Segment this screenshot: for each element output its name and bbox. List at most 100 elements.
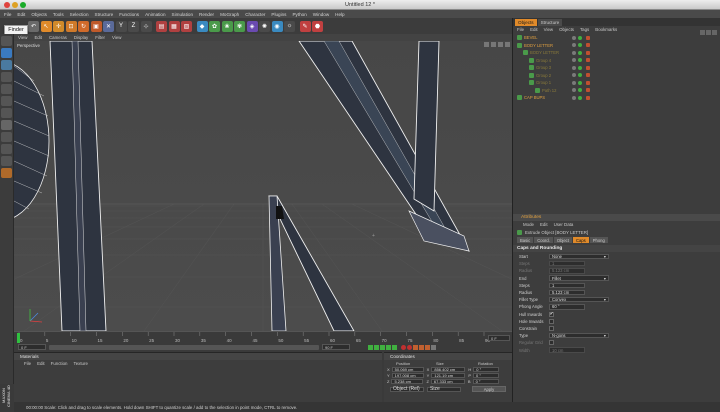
keyframe-position-icon[interactable] (413, 344, 418, 350)
search-icon[interactable] (700, 30, 705, 35)
goto-end-icon[interactable] (392, 344, 397, 350)
fillet-type-select[interactable]: Convex ▾ (549, 297, 609, 303)
menu-tools[interactable]: Tools (53, 12, 64, 17)
menu-file[interactable]: File (4, 12, 11, 17)
object-list-item[interactable]: Group 4 (513, 57, 720, 65)
workplane-icon[interactable] (1, 72, 12, 82)
rotation-field[interactable]: 0 ° (472, 378, 499, 384)
object-list-item[interactable]: BODY LETTER (513, 42, 720, 50)
objects-menu-file[interactable]: File (517, 27, 524, 32)
constrain-checkbox[interactable] (549, 325, 554, 331)
live-selection-icon[interactable]: ↖ (40, 20, 52, 32)
play-icon[interactable] (380, 344, 385, 350)
tag-icon[interactable] (586, 43, 590, 48)
object-list-item[interactable]: BODY LETTER (513, 49, 720, 57)
rotation-field[interactable]: 0 ° (473, 366, 500, 372)
next-frame-icon[interactable] (386, 344, 391, 350)
rotate-tool-icon[interactable]: ↻ (78, 20, 89, 32)
close-window-button[interactable] (4, 2, 10, 8)
object-name[interactable]: Group 3 (536, 65, 576, 70)
attr-tab-coord[interactable]: Coord. (534, 237, 553, 243)
current-frame-field[interactable]: 0 F (488, 335, 510, 341)
size-field[interactable]: 121.19 cm (431, 372, 466, 378)
nurbs-generator-icon[interactable]: ❀ (221, 20, 233, 32)
materials-menu-texture[interactable]: Texture (74, 361, 88, 366)
visibility-dot-icon[interactable] (572, 80, 576, 85)
position-field[interactable]: 197.008 cm (391, 372, 424, 378)
menu-plugins[interactable]: Plugins (271, 12, 286, 17)
orbit-icon[interactable] (498, 42, 503, 47)
phong-angle-field[interactable]: 60 ° (549, 304, 585, 310)
regular-grid-checkbox[interactable] (549, 340, 554, 346)
materials-menu-function[interactable]: Function (51, 361, 68, 366)
render-settings-icon[interactable]: ▧ (181, 20, 192, 32)
tweak-mode-icon[interactable] (1, 132, 12, 142)
attr-tab-phong[interactable]: Phong (589, 237, 608, 243)
objects-menu-objects[interactable]: Objects (559, 27, 574, 32)
menu-character[interactable]: Character (245, 12, 265, 17)
viewport-menu-view-5[interactable]: View (112, 35, 121, 40)
render-dot-icon[interactable] (578, 65, 582, 70)
new-view-icon[interactable] (712, 30, 717, 35)
viewport-menu-filter-4[interactable]: Filter (95, 35, 105, 40)
object-list-item[interactable]: Group 3 (513, 64, 720, 72)
zoom-icon[interactable] (491, 42, 496, 47)
end-frame-field[interactable]: 90 F (322, 344, 350, 350)
object-name[interactable]: Group 1 (536, 80, 576, 85)
size-field[interactable]: 67.333 cm (430, 378, 465, 384)
object-list-item[interactable]: BEVEL (513, 34, 720, 42)
size-field[interactable]: 856.402 cm (431, 366, 466, 372)
radius-field[interactable]: 5.123 cm (549, 268, 585, 274)
materials-menu-file[interactable]: File (24, 361, 31, 366)
prev-frame-icon[interactable] (374, 344, 379, 350)
subdivision-surface-icon[interactable]: ✿ (209, 20, 220, 32)
menu-selection[interactable]: Selection (70, 12, 89, 17)
y-axis-lock-icon[interactable]: Y (115, 20, 127, 32)
maximize-view-icon[interactable] (505, 42, 510, 47)
menu-render[interactable]: Render (199, 12, 214, 17)
hole-inwards-checkbox[interactable] (549, 318, 554, 324)
viewport-menu-cameras-2[interactable]: Cameras (49, 35, 67, 40)
steps-field[interactable]: 1 (549, 261, 585, 267)
coordinate-system-icon[interactable]: ⊹ (140, 20, 152, 32)
keyframe-rotation-icon[interactable] (425, 344, 430, 350)
viewport-menu-edit-1[interactable]: Edit (34, 35, 42, 40)
type-select[interactable]: N-gons ▾ (549, 332, 609, 339)
hull-inwards-checkbox[interactable]: ✔ (549, 311, 554, 317)
keyframe-scale-icon[interactable] (419, 344, 424, 350)
tag-icon[interactable] (586, 73, 590, 78)
texture-mode-icon[interactable] (1, 60, 12, 70)
viewport-menu-display-3[interactable]: Display (74, 35, 88, 40)
objects-menu-tags[interactable]: Tags (580, 27, 589, 32)
zoom-window-button[interactable] (20, 2, 26, 8)
recent-tools-icon[interactable]: ▣ (90, 20, 102, 32)
polygons-mode-icon[interactable] (1, 108, 12, 118)
python-icon[interactable]: ⬣ (312, 20, 323, 32)
object-name[interactable]: CAP BUPS (524, 95, 564, 100)
tag-icon[interactable] (586, 88, 590, 93)
keyframe-param-icon[interactable] (431, 344, 436, 350)
menu-functions[interactable]: Functions (119, 12, 139, 17)
menu-objects[interactable]: Objects (31, 12, 47, 17)
object-name[interactable]: BEVEL (524, 35, 564, 40)
object-name[interactable]: BODY LETTER (530, 50, 570, 55)
attr-tab-caps[interactable]: Caps (572, 237, 589, 243)
render-dot-icon[interactable] (578, 80, 582, 85)
menu-window[interactable]: Window (313, 12, 329, 17)
axis-mode-icon[interactable] (1, 120, 12, 130)
render-dot-icon[interactable] (578, 50, 582, 55)
coordinate-size-select[interactable]: Size (427, 386, 461, 392)
move-tool-icon[interactable]: ✛ (53, 20, 64, 32)
object-name[interactable]: Group 2 (536, 73, 576, 78)
objects-menu-bookmarks[interactable]: Bookmarks (595, 27, 617, 32)
visibility-dot-icon[interactable] (572, 50, 576, 55)
apply-button[interactable]: Apply (472, 386, 506, 392)
tag-icon[interactable] (586, 95, 590, 100)
render-picture-viewer-icon[interactable]: ▦ (168, 20, 180, 32)
menu-mograph[interactable]: MoGraph (220, 12, 239, 17)
sculpt-icon[interactable] (1, 168, 12, 178)
z-axis-lock-icon[interactable]: Z (128, 20, 139, 32)
start-select[interactable]: None ▾ (549, 253, 609, 260)
camera-icon[interactable]: ◉ (271, 20, 283, 32)
menu-edit[interactable]: Edit (17, 12, 25, 17)
